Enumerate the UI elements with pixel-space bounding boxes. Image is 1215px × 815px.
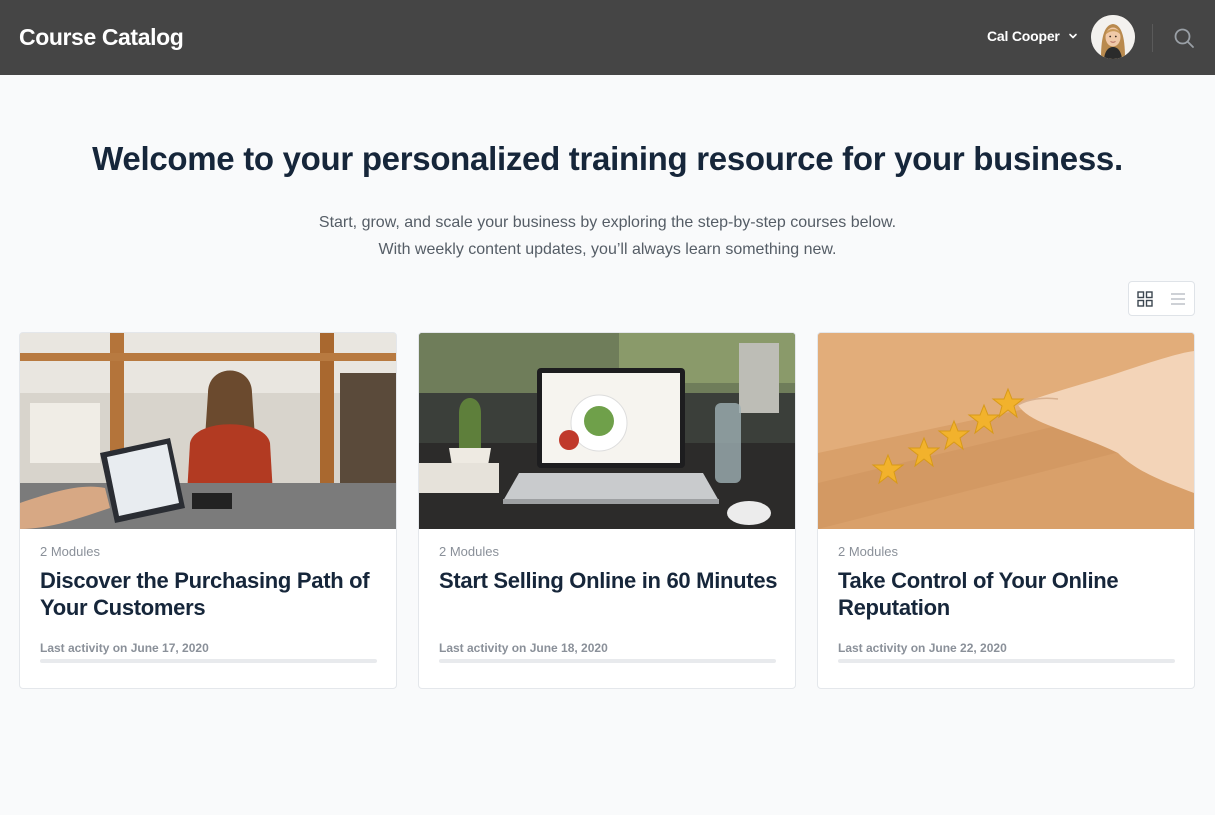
view-toggle bbox=[1128, 281, 1195, 316]
course-title[interactable]: Start Selling Online in 60 Minutes bbox=[439, 567, 779, 594]
course-card[interactable]: 2 Modules Discover the Purchasing Path o… bbox=[19, 332, 397, 689]
user-menu[interactable]: Cal Cooper bbox=[987, 28, 1078, 44]
last-activity: Last activity on June 18, 2020 bbox=[439, 641, 608, 655]
course-title[interactable]: Take Control of Your Online Reputation bbox=[838, 567, 1178, 621]
avatar-image bbox=[1091, 15, 1135, 59]
chevron-down-icon bbox=[1068, 33, 1077, 39]
module-count: 2 Modules bbox=[40, 544, 100, 559]
last-activity: Last activity on June 17, 2020 bbox=[40, 641, 209, 655]
top-bar: Course Catalog Cal Cooper bbox=[0, 0, 1215, 75]
course-image-rating-stars bbox=[818, 333, 1194, 529]
progress-bar bbox=[439, 659, 776, 663]
list-view-button[interactable] bbox=[1162, 282, 1195, 315]
module-count: 2 Modules bbox=[838, 544, 898, 559]
user-name: Cal Cooper bbox=[987, 28, 1060, 44]
app-title[interactable]: Course Catalog bbox=[19, 24, 184, 51]
list-icon bbox=[1170, 292, 1185, 305]
welcome-subtitle-line-1: Start, grow, and scale your business by … bbox=[318, 214, 897, 231]
course-card[interactable]: 2 Modules Take Control of Your Online Re… bbox=[817, 332, 1195, 689]
course-image-retail-checkout bbox=[20, 333, 396, 529]
avatar[interactable] bbox=[1091, 15, 1135, 59]
module-count: 2 Modules bbox=[439, 544, 499, 559]
grid-view-button[interactable] bbox=[1129, 282, 1162, 315]
last-activity: Last activity on June 22, 2020 bbox=[838, 641, 1007, 655]
progress-bar bbox=[40, 659, 377, 663]
progress-bar bbox=[838, 659, 1175, 663]
course-card[interactable]: 2 Modules Start Selling Online in 60 Min… bbox=[418, 332, 796, 689]
search-icon[interactable] bbox=[1173, 27, 1195, 49]
course-image-laptop bbox=[419, 333, 795, 529]
welcome-subtitle-line-2: With weekly content updates, you’ll alwa… bbox=[378, 241, 837, 258]
grid-icon bbox=[1137, 290, 1153, 307]
course-title[interactable]: Discover the Purchasing Path of Your Cus… bbox=[40, 567, 380, 621]
welcome-heading: Welcome to your personalized training re… bbox=[92, 140, 1123, 177]
header-divider bbox=[1152, 24, 1153, 52]
